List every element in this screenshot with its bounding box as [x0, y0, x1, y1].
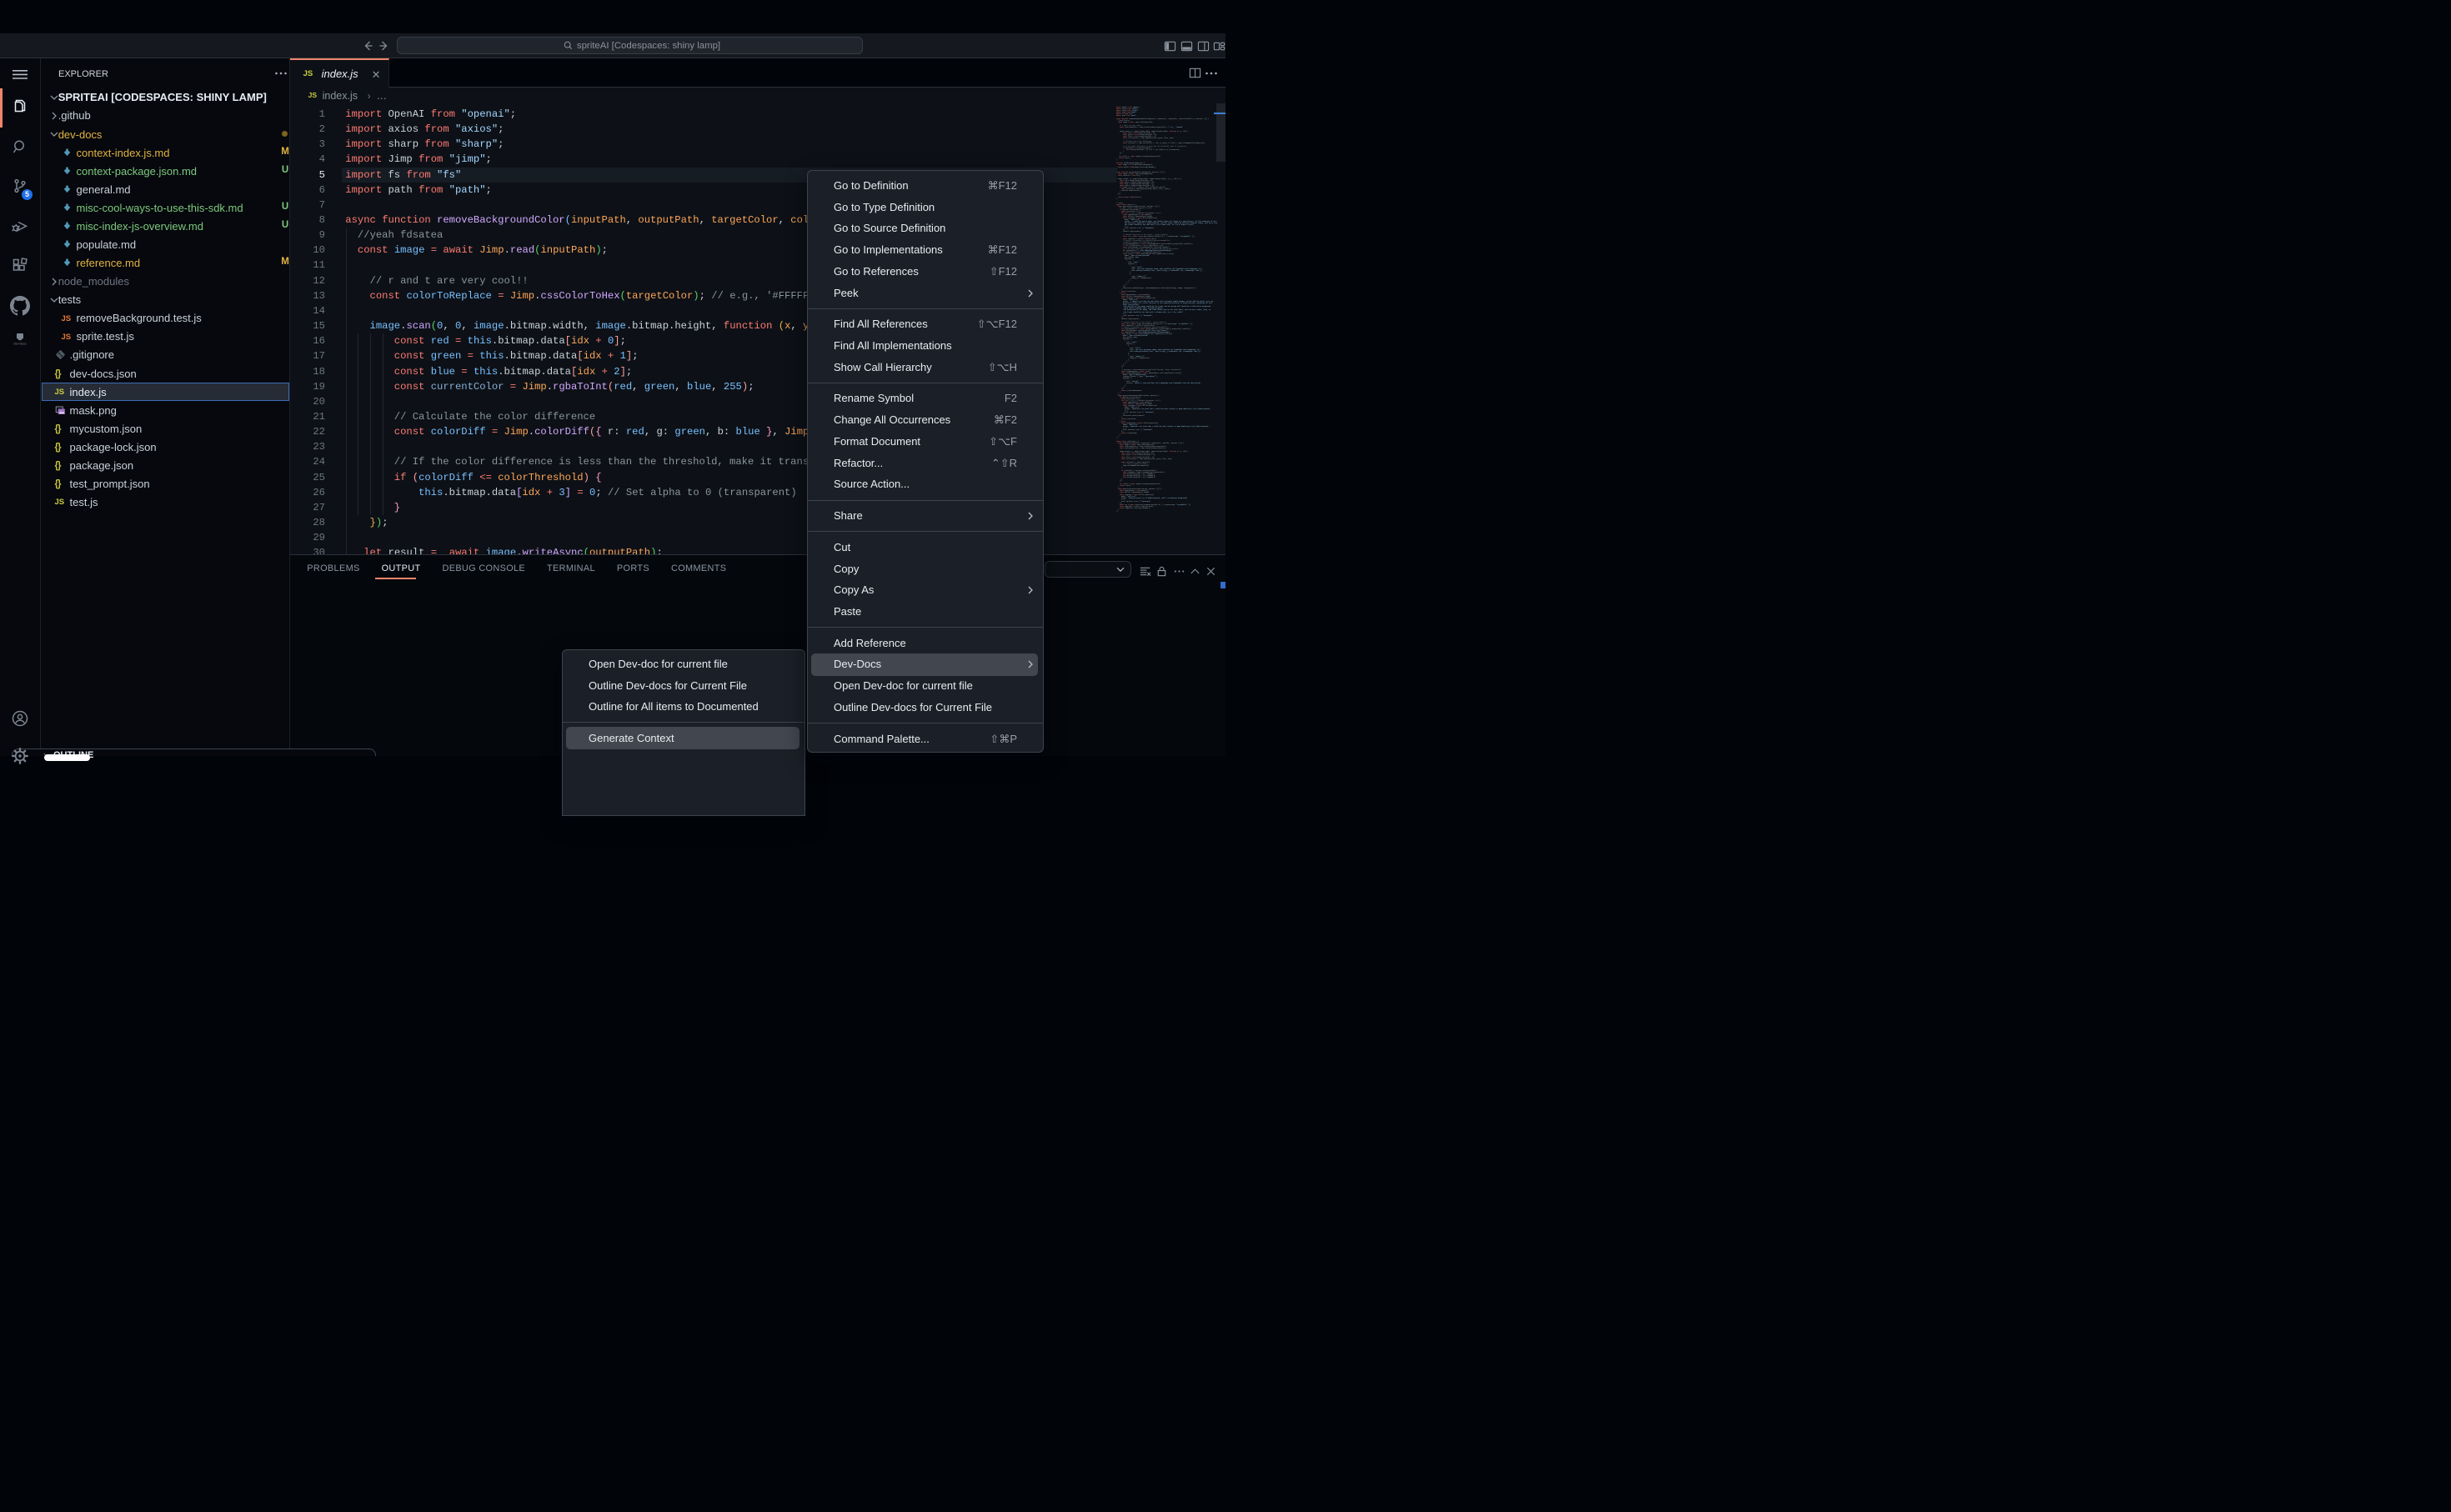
svg-text:Dev-Docs: Dev-Docs [14, 343, 27, 346]
